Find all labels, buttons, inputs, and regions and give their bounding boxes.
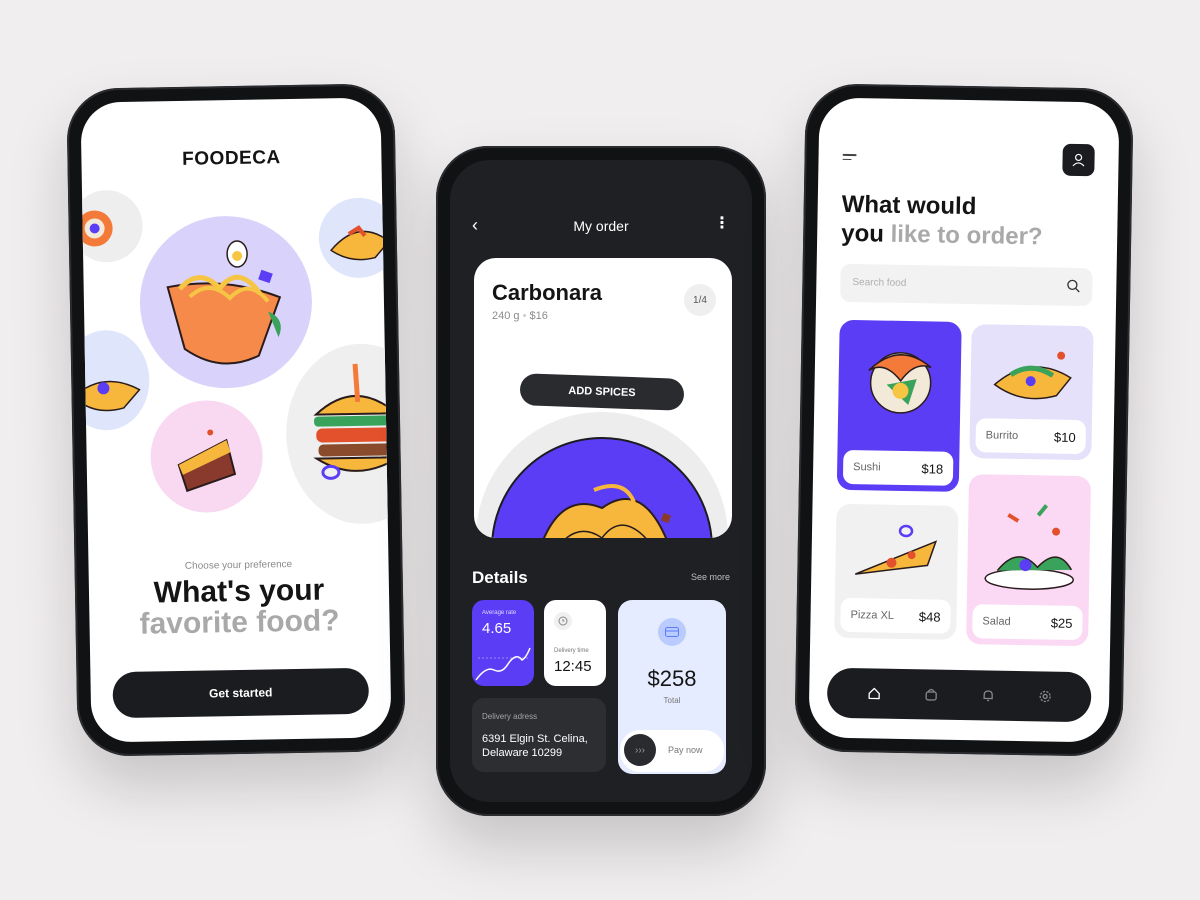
dish-price: $16 (529, 310, 548, 322)
order-title: My order (573, 218, 629, 234)
salad-label: Salad $25 (972, 604, 1083, 641)
food-price: $18 (921, 460, 944, 477)
burger-circle[interactable] (284, 342, 392, 526)
more-vertical-icon[interactable]: ⋮ (714, 216, 730, 232)
sushi-illustration (868, 352, 932, 414)
bell-icon[interactable] (975, 683, 999, 707)
delivery-time-card: Delivery time 12:45 (544, 600, 606, 686)
total-value: $258 (647, 666, 697, 691)
food-card-burrito[interactable]: Burrito $10 (969, 324, 1094, 461)
profile-button[interactable] (1062, 143, 1095, 177)
total-card: $258 Total ››› Pay now (618, 600, 726, 774)
meta-dot-icon: • (522, 310, 530, 322)
credit-card-icon (658, 618, 686, 646)
burrito-label: Burrito $10 (975, 418, 1087, 455)
preference-label: Choose your preference (184, 559, 293, 572)
food-price: $48 (918, 608, 941, 625)
burger-illustration (313, 363, 392, 480)
slide-arrows-icon[interactable]: ››› (624, 734, 656, 766)
clock-icon (554, 612, 572, 630)
phone-menu: What would you like to order? Search foo… (794, 83, 1134, 757)
carbonara-plate-illustration (476, 412, 728, 538)
home-icon[interactable] (862, 681, 886, 705)
taco-illustration (329, 225, 390, 261)
dish-card[interactable]: Carbonara 240 g • $16 1/4 ADD SPICES (474, 258, 732, 538)
menu-title-rest: like to order? (890, 220, 1043, 251)
menu-screen: What would you like to order? Search foo… (808, 97, 1120, 743)
details-title: Details (472, 568, 528, 587)
burrito-illustration (993, 351, 1072, 400)
dish-meta: 240 g • $16 (492, 310, 548, 322)
food-name: Salad (982, 615, 1011, 628)
food-name: Pizza XL (850, 609, 895, 622)
food-card-pizza[interactable]: Pizza XL $48 (834, 503, 959, 640)
dish-page-indicator: 1/4 (684, 284, 716, 316)
bottom-tab-bar (826, 667, 1092, 723)
phone-order: ‹ My order ⋮ Carbonara 240 g • $16 1/4 A… (436, 146, 766, 816)
bag-icon[interactable] (918, 682, 942, 706)
food-name: Burrito (985, 429, 1019, 442)
search-icon[interactable] (1066, 279, 1080, 293)
dish-name: Carbonara (492, 280, 603, 305)
phone-onboarding: FOODECA Choose your preference What's yo… (66, 83, 406, 757)
burrito-illustration (80, 380, 141, 412)
sushi-circle[interactable] (80, 189, 144, 263)
average-rate-card: Average rate 4.65 (472, 600, 534, 686)
menu-title-line1: What would (841, 190, 977, 221)
brand-logo: FOODECA (182, 147, 281, 170)
user-icon (1072, 153, 1085, 167)
address-line1: 6391 Elgin St. Celina, (482, 733, 588, 745)
pay-now-label: Pay now (668, 745, 703, 755)
food-price: $25 (1050, 615, 1073, 631)
salad-illustration (984, 504, 1074, 590)
pizza-label: Pizza XL $48 (840, 597, 951, 634)
burrito-circle[interactable] (80, 329, 151, 432)
search-placeholder: Search food (852, 277, 907, 289)
onboarding-title: What's your favorite food? (89, 573, 390, 640)
delivery-address-card[interactable]: Delivery adress 6391 Elgin St. Celina, D… (472, 698, 606, 772)
rate-trend-icon (475, 647, 531, 681)
food-card-sushi[interactable]: Sushi $18 (836, 319, 962, 492)
hamburger-menu-icon[interactable] (842, 153, 857, 163)
cake-circle[interactable] (149, 399, 264, 514)
food-card-salad[interactable]: Salad $25 (966, 474, 1092, 647)
sushi-illustration (80, 210, 113, 247)
order-screen: ‹ My order ⋮ Carbonara 240 g • $16 1/4 A… (450, 160, 752, 802)
add-spices-button[interactable]: ADD SPICES (519, 373, 685, 411)
search-input[interactable]: Search food (840, 263, 1093, 307)
order-header: ‹ My order ⋮ (450, 216, 752, 236)
sushi-label: Sushi $18 (842, 449, 954, 486)
title-line2: favorite food? (139, 604, 340, 641)
menu-title-you: you (841, 219, 885, 248)
total-label: Total (663, 696, 681, 705)
add-spices-label: ADD SPICES (568, 384, 636, 400)
address-label: Delivery adress (482, 712, 538, 721)
pay-now-slider[interactable]: ››› Pay now (620, 730, 724, 772)
food-name: Sushi (853, 461, 881, 474)
delivery-time-label: Delivery time (554, 648, 589, 654)
cake-illustration (177, 429, 237, 493)
menu-title: What would you like to order? (841, 190, 1043, 252)
gear-icon[interactable] (1032, 684, 1056, 708)
delivery-time-value: 12:45 (554, 658, 592, 675)
address-line2: Delaware 10299 (482, 747, 563, 759)
dish-weight: 240 g (492, 310, 520, 322)
onboarding-screen: FOODECA Choose your preference What's yo… (80, 97, 392, 743)
pizza-illustration (855, 524, 938, 575)
get-started-button[interactable]: Get started (112, 667, 370, 719)
food-price: $10 (1053, 429, 1076, 445)
address-value: 6391 Elgin St. Celina, Delaware 10299 (482, 732, 588, 760)
taco-circle[interactable] (318, 197, 392, 279)
see-more-link[interactable]: See more (691, 572, 730, 582)
